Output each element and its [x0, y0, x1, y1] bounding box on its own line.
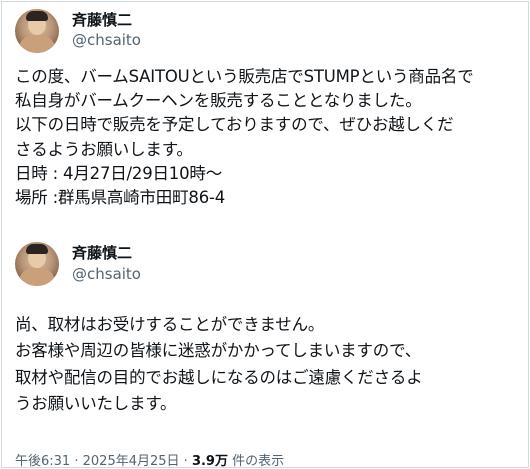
- view-count: 3.9万: [191, 454, 228, 469]
- display-name[interactable]: 斉藤慎二: [72, 9, 132, 30]
- post-thread: 斉藤慎二 @chsaito この度、バームSAITOUという販売店でSTUMPと…: [1, 1, 529, 469]
- post-meta: 午後6:31 · 2025年4月25日 · 3.9万 件の表示: [15, 450, 284, 469]
- post-date[interactable]: 2025年4月25日: [83, 454, 180, 469]
- post-text-line: この度、バームSAITOUという販売店でSTUMPという商品名で: [15, 67, 474, 86]
- view-count-label: 件の表示: [232, 454, 285, 469]
- avatar[interactable]: [15, 9, 59, 53]
- meta-separator: ·: [74, 454, 79, 469]
- post-text: 尚、取材はお受けすることができません。 お客様や周辺の皆様に迷惑がかかってしまい…: [15, 312, 520, 418]
- post-text-line: お客様や周辺の皆様に迷惑がかかってしまいますので、: [15, 341, 422, 361]
- post-text-line: 私自身がバームクーヘンを販売することとなりました。: [15, 91, 422, 111]
- post-text-line: 日時 : 4月27日/29日10時〜: [15, 163, 222, 183]
- post-text-line: 尚、取材はお受けすることができません。: [15, 315, 325, 334]
- post-text-line: 取材や配信の目的でお越しになるのはご遠慮くださるよ: [15, 367, 423, 387]
- post-time[interactable]: 午後6:31: [15, 454, 70, 469]
- avatar[interactable]: [15, 242, 59, 286]
- post-text-line: さるようお願いします。: [15, 139, 193, 159]
- username-handle[interactable]: @chsaito: [72, 31, 141, 49]
- username-handle[interactable]: @chsaito: [72, 265, 141, 283]
- post-text: この度、バームSAITOUという販売店でSTUMPという商品名で 私自身がバーム…: [15, 65, 520, 210]
- meta-separator: ·: [183, 454, 188, 469]
- post-text-line: 場所 :群馬県高崎市田町86-4: [15, 188, 226, 208]
- display-name[interactable]: 斉藤慎二: [72, 242, 132, 263]
- post-text-line: 以下の日時で販売を予定しておりますので、ぜひお越しくだ: [15, 115, 454, 135]
- post-text-line: うお願いいたします。: [15, 394, 177, 414]
